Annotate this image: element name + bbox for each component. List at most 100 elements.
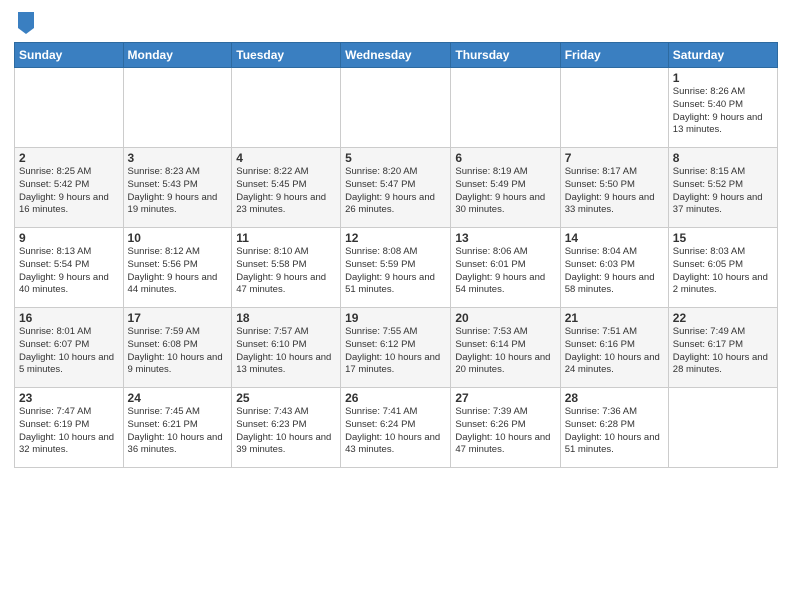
day-number: 12: [345, 231, 446, 245]
day-info: Sunrise: 8:06 AM Sunset: 6:01 PM Dayligh…: [455, 246, 555, 297]
calendar-cell: 6Sunrise: 8:19 AM Sunset: 5:49 PM Daylig…: [451, 148, 560, 228]
calendar-week-1: 2Sunrise: 8:25 AM Sunset: 5:42 PM Daylig…: [15, 148, 778, 228]
day-info: Sunrise: 8:12 AM Sunset: 5:56 PM Dayligh…: [128, 246, 228, 297]
logo-icon: [16, 10, 36, 34]
calendar-cell: 1Sunrise: 8:26 AM Sunset: 5:40 PM Daylig…: [668, 68, 777, 148]
day-info: Sunrise: 8:20 AM Sunset: 5:47 PM Dayligh…: [345, 166, 446, 217]
day-info: Sunrise: 8:25 AM Sunset: 5:42 PM Dayligh…: [19, 166, 119, 217]
day-header-wednesday: Wednesday: [341, 43, 451, 68]
day-number: 5: [345, 151, 446, 165]
calendar-cell: 24Sunrise: 7:45 AM Sunset: 6:21 PM Dayli…: [123, 388, 232, 468]
day-info: Sunrise: 7:53 AM Sunset: 6:14 PM Dayligh…: [455, 326, 555, 377]
calendar-cell: 15Sunrise: 8:03 AM Sunset: 6:05 PM Dayli…: [668, 228, 777, 308]
day-info: Sunrise: 7:45 AM Sunset: 6:21 PM Dayligh…: [128, 406, 228, 457]
calendar-cell: 19Sunrise: 7:55 AM Sunset: 6:12 PM Dayli…: [341, 308, 451, 388]
day-number: 14: [565, 231, 664, 245]
calendar-cell: 5Sunrise: 8:20 AM Sunset: 5:47 PM Daylig…: [341, 148, 451, 228]
day-number: 26: [345, 391, 446, 405]
calendar-cell: 7Sunrise: 8:17 AM Sunset: 5:50 PM Daylig…: [560, 148, 668, 228]
logo-text: [14, 10, 38, 34]
day-number: 18: [236, 311, 336, 325]
calendar-week-0: 1Sunrise: 8:26 AM Sunset: 5:40 PM Daylig…: [15, 68, 778, 148]
calendar-week-4: 23Sunrise: 7:47 AM Sunset: 6:19 PM Dayli…: [15, 388, 778, 468]
day-number: 16: [19, 311, 119, 325]
calendar-cell: [451, 68, 560, 148]
day-number: 6: [455, 151, 555, 165]
calendar-cell: [15, 68, 124, 148]
day-number: 7: [565, 151, 664, 165]
calendar-cell: 11Sunrise: 8:10 AM Sunset: 5:58 PM Dayli…: [232, 228, 341, 308]
day-info: Sunrise: 8:01 AM Sunset: 6:07 PM Dayligh…: [19, 326, 119, 377]
day-number: 10: [128, 231, 228, 245]
day-info: Sunrise: 7:36 AM Sunset: 6:28 PM Dayligh…: [565, 406, 664, 457]
day-number: 19: [345, 311, 446, 325]
day-number: 2: [19, 151, 119, 165]
day-number: 27: [455, 391, 555, 405]
day-number: 3: [128, 151, 228, 165]
day-number: 25: [236, 391, 336, 405]
day-info: Sunrise: 8:15 AM Sunset: 5:52 PM Dayligh…: [673, 166, 773, 217]
day-info: Sunrise: 8:03 AM Sunset: 6:05 PM Dayligh…: [673, 246, 773, 297]
day-info: Sunrise: 7:59 AM Sunset: 6:08 PM Dayligh…: [128, 326, 228, 377]
day-number: 20: [455, 311, 555, 325]
day-number: 15: [673, 231, 773, 245]
calendar-cell: 4Sunrise: 8:22 AM Sunset: 5:45 PM Daylig…: [232, 148, 341, 228]
calendar-cell: 18Sunrise: 7:57 AM Sunset: 6:10 PM Dayli…: [232, 308, 341, 388]
calendar-cell: 20Sunrise: 7:53 AM Sunset: 6:14 PM Dayli…: [451, 308, 560, 388]
day-info: Sunrise: 7:43 AM Sunset: 6:23 PM Dayligh…: [236, 406, 336, 457]
day-number: 11: [236, 231, 336, 245]
day-number: 9: [19, 231, 119, 245]
calendar-cell: 27Sunrise: 7:39 AM Sunset: 6:26 PM Dayli…: [451, 388, 560, 468]
calendar-cell: 12Sunrise: 8:08 AM Sunset: 5:59 PM Dayli…: [341, 228, 451, 308]
calendar-header-row: SundayMondayTuesdayWednesdayThursdayFrid…: [15, 43, 778, 68]
day-info: Sunrise: 7:49 AM Sunset: 6:17 PM Dayligh…: [673, 326, 773, 377]
day-number: 28: [565, 391, 664, 405]
day-info: Sunrise: 7:55 AM Sunset: 6:12 PM Dayligh…: [345, 326, 446, 377]
day-header-friday: Friday: [560, 43, 668, 68]
day-info: Sunrise: 8:10 AM Sunset: 5:58 PM Dayligh…: [236, 246, 336, 297]
calendar-week-3: 16Sunrise: 8:01 AM Sunset: 6:07 PM Dayli…: [15, 308, 778, 388]
day-number: 24: [128, 391, 228, 405]
day-number: 21: [565, 311, 664, 325]
day-info: Sunrise: 8:17 AM Sunset: 5:50 PM Dayligh…: [565, 166, 664, 217]
day-header-thursday: Thursday: [451, 43, 560, 68]
day-info: Sunrise: 7:51 AM Sunset: 6:16 PM Dayligh…: [565, 326, 664, 377]
day-info: Sunrise: 8:13 AM Sunset: 5:54 PM Dayligh…: [19, 246, 119, 297]
calendar-cell: [341, 68, 451, 148]
calendar-cell: 10Sunrise: 8:12 AM Sunset: 5:56 PM Dayli…: [123, 228, 232, 308]
day-number: 23: [19, 391, 119, 405]
calendar-cell: 23Sunrise: 7:47 AM Sunset: 6:19 PM Dayli…: [15, 388, 124, 468]
day-number: 4: [236, 151, 336, 165]
calendar-cell: 13Sunrise: 8:06 AM Sunset: 6:01 PM Dayli…: [451, 228, 560, 308]
calendar-cell: 21Sunrise: 7:51 AM Sunset: 6:16 PM Dayli…: [560, 308, 668, 388]
calendar-cell: 26Sunrise: 7:41 AM Sunset: 6:24 PM Dayli…: [341, 388, 451, 468]
calendar-cell: 28Sunrise: 7:36 AM Sunset: 6:28 PM Dayli…: [560, 388, 668, 468]
calendar-week-2: 9Sunrise: 8:13 AM Sunset: 5:54 PM Daylig…: [15, 228, 778, 308]
day-info: Sunrise: 8:22 AM Sunset: 5:45 PM Dayligh…: [236, 166, 336, 217]
day-info: Sunrise: 7:39 AM Sunset: 6:26 PM Dayligh…: [455, 406, 555, 457]
calendar-cell: 16Sunrise: 8:01 AM Sunset: 6:07 PM Dayli…: [15, 308, 124, 388]
day-number: 17: [128, 311, 228, 325]
day-info: Sunrise: 8:04 AM Sunset: 6:03 PM Dayligh…: [565, 246, 664, 297]
day-number: 22: [673, 311, 773, 325]
day-info: Sunrise: 7:57 AM Sunset: 6:10 PM Dayligh…: [236, 326, 336, 377]
calendar-cell: 2Sunrise: 8:25 AM Sunset: 5:42 PM Daylig…: [15, 148, 124, 228]
logo: [14, 10, 38, 34]
calendar-cell: 25Sunrise: 7:43 AM Sunset: 6:23 PM Dayli…: [232, 388, 341, 468]
day-number: 1: [673, 71, 773, 85]
day-info: Sunrise: 7:47 AM Sunset: 6:19 PM Dayligh…: [19, 406, 119, 457]
calendar-cell: 14Sunrise: 8:04 AM Sunset: 6:03 PM Dayli…: [560, 228, 668, 308]
day-number: 13: [455, 231, 555, 245]
calendar-cell: 17Sunrise: 7:59 AM Sunset: 6:08 PM Dayli…: [123, 308, 232, 388]
calendar-cell: [232, 68, 341, 148]
day-info: Sunrise: 7:41 AM Sunset: 6:24 PM Dayligh…: [345, 406, 446, 457]
calendar-cell: 22Sunrise: 7:49 AM Sunset: 6:17 PM Dayli…: [668, 308, 777, 388]
day-info: Sunrise: 8:08 AM Sunset: 5:59 PM Dayligh…: [345, 246, 446, 297]
calendar-cell: 8Sunrise: 8:15 AM Sunset: 5:52 PM Daylig…: [668, 148, 777, 228]
day-info: Sunrise: 8:23 AM Sunset: 5:43 PM Dayligh…: [128, 166, 228, 217]
day-header-saturday: Saturday: [668, 43, 777, 68]
calendar-cell: [123, 68, 232, 148]
calendar-cell: [668, 388, 777, 468]
day-header-tuesday: Tuesday: [232, 43, 341, 68]
calendar-cell: 3Sunrise: 8:23 AM Sunset: 5:43 PM Daylig…: [123, 148, 232, 228]
